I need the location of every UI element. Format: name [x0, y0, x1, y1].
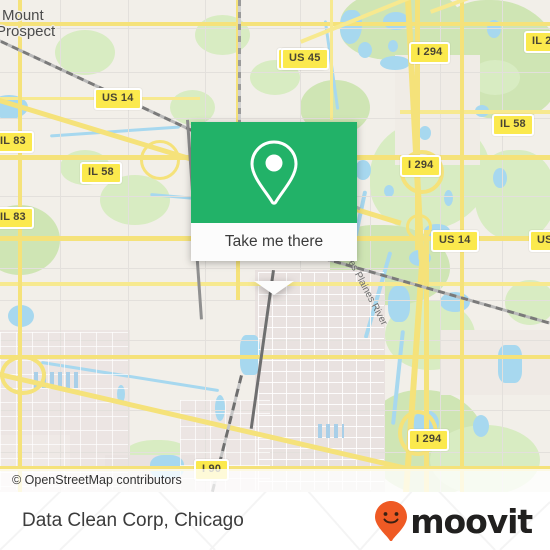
take-me-there-card[interactable]: Take me there	[191, 122, 357, 295]
card-image-area	[191, 122, 357, 223]
moovit-logo[interactable]: moovit	[374, 500, 533, 542]
footer-bar: Data Clean Corp, Chicago moovit	[0, 492, 550, 550]
place-label-prospect: Prospect	[0, 23, 56, 40]
shield-il-58-west[interactable]: IL 58	[80, 162, 122, 184]
shield-us-14-east[interactable]: US 14	[431, 230, 479, 252]
shield-il-2-clipped[interactable]: IL 2	[524, 31, 550, 53]
moovit-pin-icon	[375, 501, 408, 542]
map-pin-icon	[250, 139, 298, 205]
card-action-bar[interactable]: Take me there	[191, 223, 357, 261]
shield-us-14-west[interactable]: US 14	[94, 88, 142, 110]
shield-i-294-top[interactable]: I 294	[409, 42, 451, 64]
moovit-wordmark: moovit	[410, 501, 533, 541]
shield-il-83-upper[interactable]: IL 83	[0, 131, 34, 153]
page-title: Data Clean Corp, Chicago	[22, 510, 244, 531]
card-action-label: Take me there	[224, 233, 324, 250]
shield-i-294-mid[interactable]: I 294	[400, 155, 442, 177]
card-pointer-tail	[254, 281, 294, 295]
shield-us-clipped[interactable]: US	[529, 230, 550, 252]
shield-i-294-bottom[interactable]: I 294	[408, 429, 450, 451]
screenshot-root: Mount Prospect Des Plaines River US 12 U…	[0, 0, 550, 550]
shield-il-83-lower[interactable]: IL 83	[0, 207, 34, 229]
place-label-mount: Mount	[2, 7, 44, 24]
osm-attribution[interactable]: © OpenStreetMap contributors	[0, 469, 550, 492]
rail-line	[299, 250, 550, 325]
shield-il-58-east[interactable]: IL 58	[492, 114, 534, 136]
shield-us-45[interactable]: US 45	[281, 48, 329, 70]
